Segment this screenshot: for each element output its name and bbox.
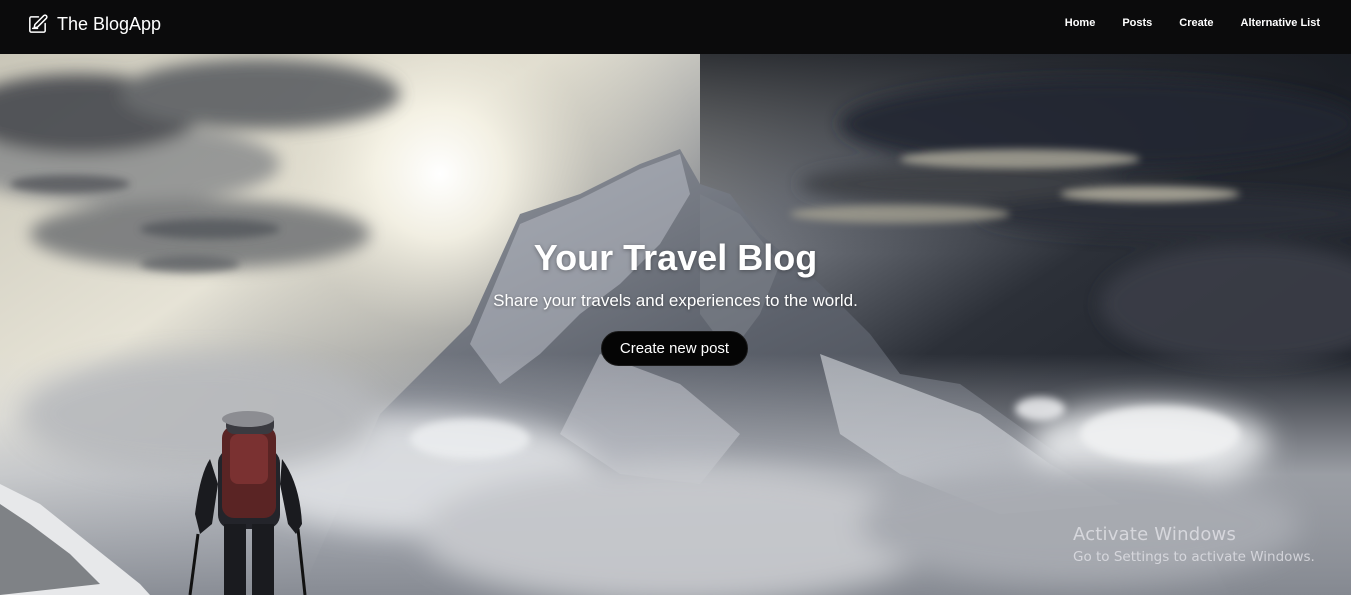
nav-create[interactable]: Create bbox=[1179, 17, 1213, 29]
hero-section: Your Travel Blog Share your travels and … bbox=[0, 54, 1351, 595]
hero-content: Your Travel Blog Share your travels and … bbox=[0, 54, 1351, 595]
windows-activation-watermark: Activate Windows Go to Settings to activ… bbox=[1073, 524, 1315, 565]
nav-links: Home Posts Create Alternative List bbox=[1038, 17, 1320, 29]
edit-icon bbox=[26, 13, 49, 36]
watermark-subtitle: Go to Settings to activate Windows. bbox=[1073, 549, 1315, 565]
navbar: The BlogApp Home Posts Create Alternativ… bbox=[0, 0, 1351, 54]
brand-name: The BlogApp bbox=[57, 14, 162, 34]
nav-alternative-list[interactable]: Alternative List bbox=[1241, 17, 1320, 29]
hero-subtitle: Share your travels and experiences to th… bbox=[493, 291, 858, 310]
brand-link[interactable]: The BlogApp bbox=[26, 13, 161, 36]
watermark-title: Activate Windows bbox=[1073, 524, 1237, 545]
nav-posts[interactable]: Posts bbox=[1122, 17, 1152, 29]
create-new-post-button[interactable]: Create new post bbox=[601, 331, 748, 366]
hero-title: Your Travel Blog bbox=[533, 237, 818, 278]
nav-home[interactable]: Home bbox=[1065, 17, 1096, 29]
